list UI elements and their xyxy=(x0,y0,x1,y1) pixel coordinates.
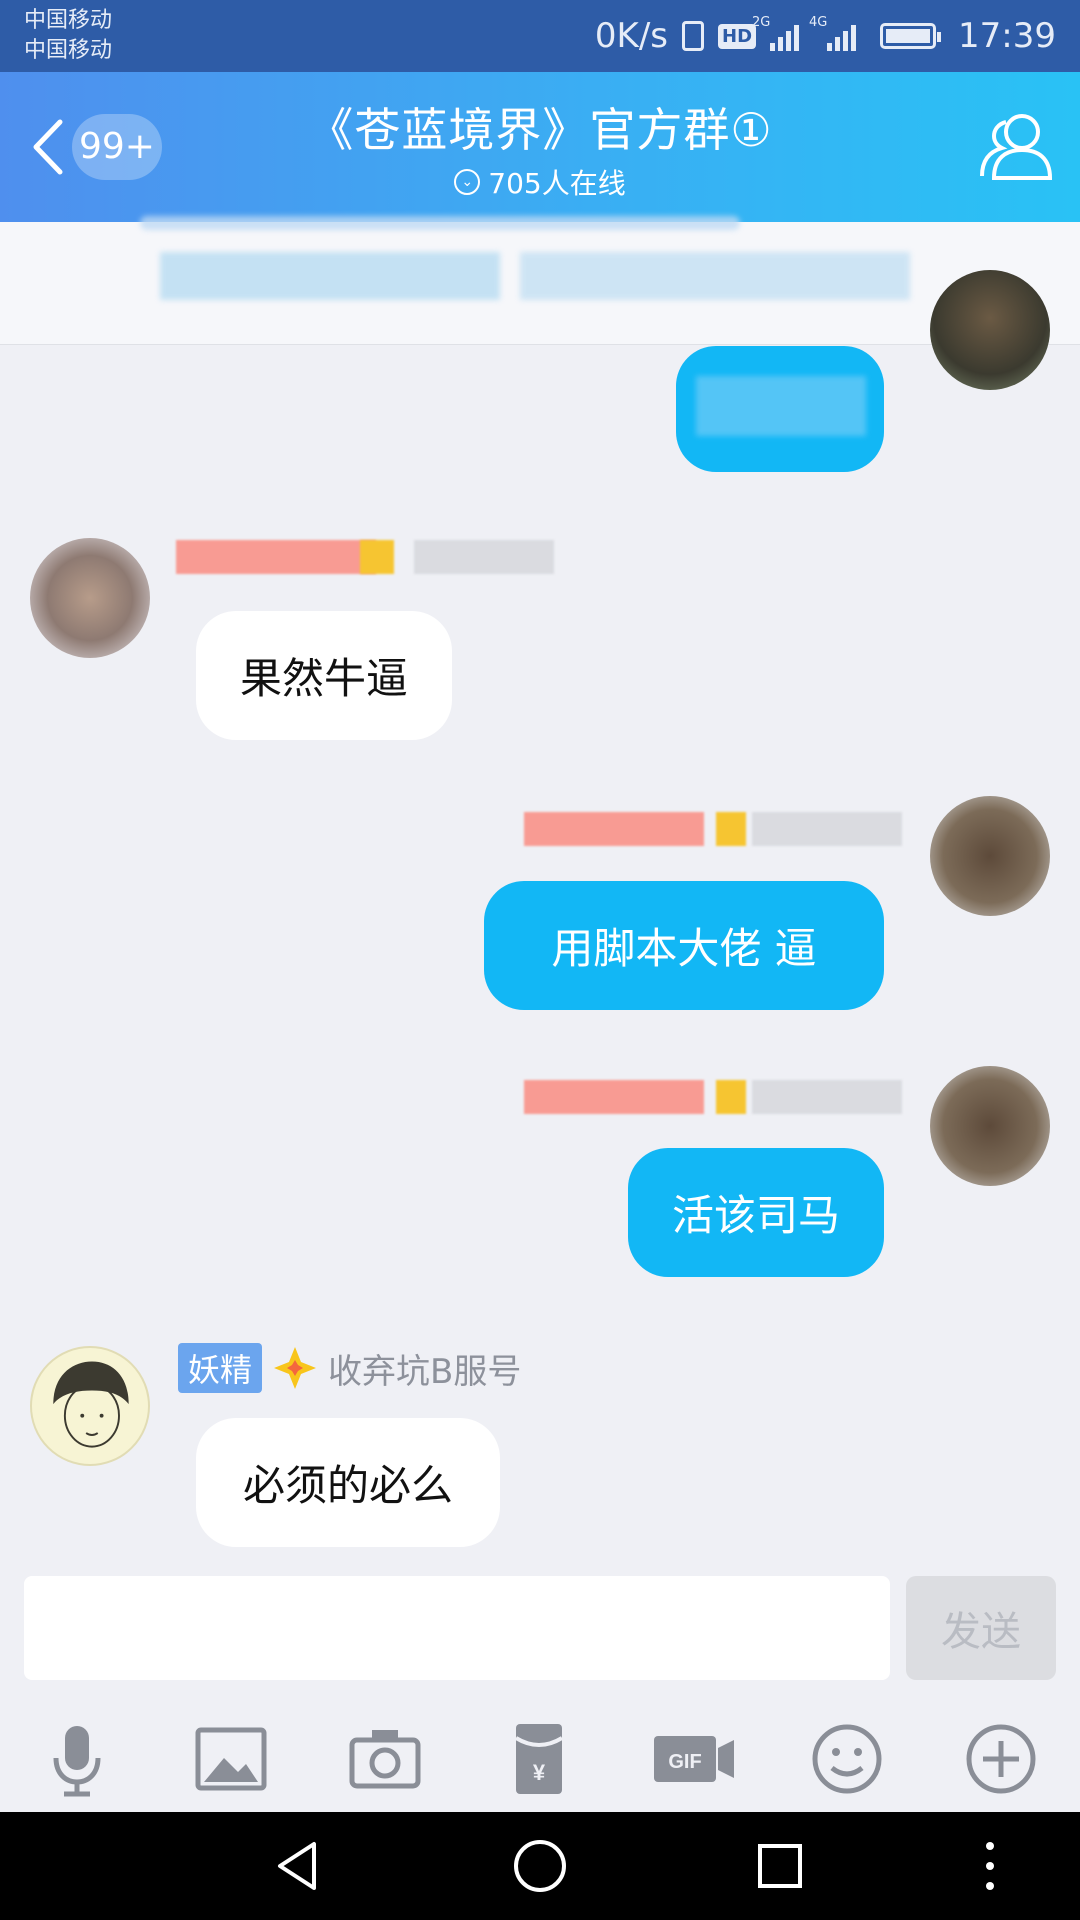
sender-nickname: 收弃坑B服号 xyxy=(328,1351,522,1392)
carrier-1: 中国移动 xyxy=(24,8,113,33)
input-toolbar: ¥ GIF xyxy=(0,1700,1080,1812)
sender-info: 妖精 收弃坑B服号 xyxy=(178,1340,521,1396)
gif-icon[interactable]: GIF xyxy=(648,1714,738,1804)
message-text: 果然牛逼 xyxy=(239,654,408,703)
message-text: 活该司马 xyxy=(671,1191,840,1240)
signal-4g-icon: 4G xyxy=(809,15,857,51)
group-members-icon[interactable] xyxy=(976,106,1056,186)
avatar[interactable] xyxy=(30,1346,150,1466)
sender-badge-redacted xyxy=(716,812,746,846)
sender-badge-redacted xyxy=(360,540,394,574)
group-notice-bar[interactable] xyxy=(0,216,1080,345)
carrier-labels: 中国移动 中国移动 xyxy=(24,6,112,66)
avatar[interactable] xyxy=(30,538,150,658)
carrier-2: 中国移动 xyxy=(24,38,113,63)
red-packet-icon[interactable]: ¥ xyxy=(494,1714,584,1804)
vibrate-icon xyxy=(682,21,704,51)
message-input[interactable] xyxy=(24,1576,890,1680)
chevron-down-icon: ⌄ xyxy=(454,169,481,195)
message-bubble-outgoing[interactable]: 用脚本大佬 逼 xyxy=(484,881,884,1010)
nav-more-icon[interactable] xyxy=(960,1836,1020,1896)
message-bubble-outgoing[interactable] xyxy=(676,346,884,472)
sender-name-redacted xyxy=(524,1080,704,1114)
message-bubble-incoming[interactable]: 必须的必么 xyxy=(196,1418,500,1547)
avatar[interactable] xyxy=(930,796,1050,916)
microphone-icon[interactable] xyxy=(32,1714,122,1804)
sketch-face-icon xyxy=(53,1361,129,1448)
sender-name-redacted xyxy=(176,540,376,574)
net-speed: 0K/s xyxy=(594,16,668,56)
sender-name-redacted xyxy=(524,812,704,846)
member-tag: 妖精 xyxy=(178,1343,263,1393)
signal-2g-icon: 2G xyxy=(752,15,800,51)
image-icon[interactable] xyxy=(186,1714,276,1804)
battery-icon xyxy=(880,23,942,49)
message-bubble-outgoing[interactable]: 活该司马 xyxy=(628,1148,884,1277)
nav-back-icon[interactable] xyxy=(270,1836,330,1896)
svg-text:GIF: GIF xyxy=(668,1751,701,1773)
camera-icon[interactable] xyxy=(340,1714,430,1804)
emoji-icon[interactable] xyxy=(802,1714,892,1804)
sender-title-redacted xyxy=(752,1080,902,1114)
avatar[interactable] xyxy=(930,270,1050,390)
message-text: 必须的必么 xyxy=(242,1461,453,1510)
nav-recents-icon[interactable] xyxy=(750,1836,810,1896)
avatar[interactable] xyxy=(930,1066,1050,1186)
chat-header: 99+ 《苍蓝境界》官方群① ⌄ 705人在线 xyxy=(0,72,1080,222)
status-bar: 中国移动 中国移动 0K/s HD 2G 4G 17:39 xyxy=(0,0,1080,72)
group-title[interactable]: 《苍蓝境界》官方群① xyxy=(0,94,1080,160)
sender-title-redacted xyxy=(414,540,554,574)
sender-title-redacted xyxy=(752,812,902,846)
system-nav-bar xyxy=(0,1812,1080,1920)
level-star-icon xyxy=(274,1347,317,1389)
message-text: 用脚本大佬 逼 xyxy=(551,924,817,973)
online-count: 705人在线 xyxy=(488,167,626,200)
clock: 17:39 xyxy=(958,16,1056,56)
hd-badge: HD xyxy=(718,23,757,49)
nav-home-icon[interactable] xyxy=(510,1836,570,1896)
svg-text:¥: ¥ xyxy=(533,1760,546,1785)
sender-badge-redacted xyxy=(716,1080,746,1114)
status-indicators: 0K/s HD 2G 4G 17:39 xyxy=(595,12,1056,60)
message-bubble-incoming[interactable]: 果然牛逼 xyxy=(196,611,452,740)
online-status[interactable]: ⌄ 705人在线 xyxy=(0,162,1080,202)
send-button[interactable]: 发送 xyxy=(906,1576,1056,1680)
plus-icon[interactable] xyxy=(956,1714,1046,1804)
